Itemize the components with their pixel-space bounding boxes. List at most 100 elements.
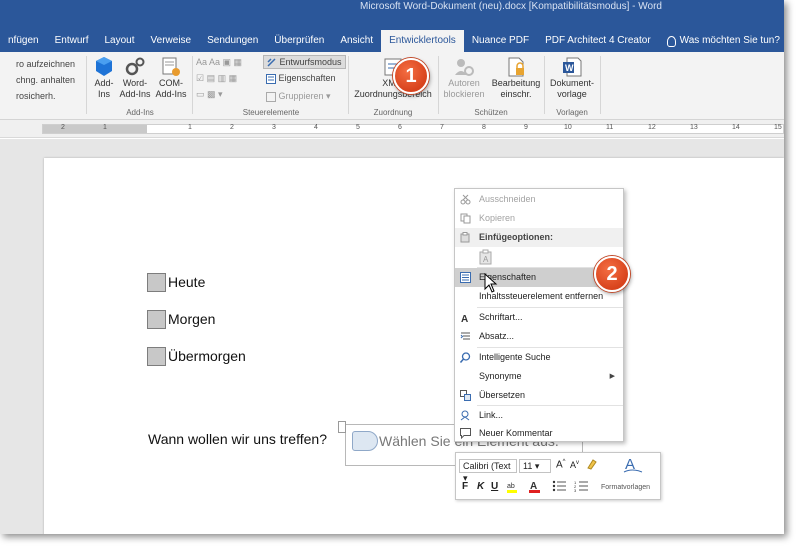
restrict-editing-label: Bearbeitung einschr. — [491, 78, 541, 99]
group-separator — [600, 56, 601, 114]
menu-item-label: Synonyme — [479, 371, 522, 381]
menu-item-remove-content-control[interactable]: Inhaltssteuerelement entfernen — [455, 287, 623, 306]
ruler-label: 11 — [606, 124, 614, 131]
com-addins-button[interactable]: COM- Add-Ins — [154, 56, 188, 100]
properties-ribbon-button[interactable]: Eigenschaften — [266, 72, 336, 84]
record-macro-button[interactable]: ro aufzeichnen — [16, 58, 75, 70]
checkbox-label: Heute — [168, 274, 206, 290]
menu-item-paragraph[interactable]: Absatz... — [455, 327, 623, 346]
text-controls-icons[interactable]: Aa Aa ▣ ▦ — [196, 56, 242, 68]
lock-document-icon — [508, 57, 524, 77]
clear-format-button[interactable] — [586, 458, 597, 473]
horizontal-ruler[interactable]: 2 1 1 2 3 4 5 6 7 8 9 10 11 12 13 14 15 — [0, 120, 784, 138]
ruler-label: 14 — [732, 124, 740, 131]
menu-item-synonyms[interactable]: Synonyme ▶ — [455, 367, 623, 386]
word-window: Microsoft Word-Dokument (neu).docx [Komp… — [0, 0, 784, 534]
checkbox-morgen[interactable] — [147, 309, 166, 329]
ruler-label: 3 — [272, 124, 276, 131]
ruler-label: 9 — [524, 124, 528, 131]
legacy-tools-icons[interactable]: ▭ ▩ ▾ — [196, 88, 223, 100]
styles-icon: A — [623, 456, 643, 473]
menu-item-link[interactable]: Link... — [455, 406, 623, 425]
tell-me-search[interactable]: Was möchten Sie tun? — [659, 30, 784, 52]
addins-icon — [96, 57, 112, 76]
addins-group-label: Add-Ins — [126, 108, 154, 117]
pause-recording-button[interactable]: chng. anhalten — [16, 74, 75, 86]
copy-icon — [460, 213, 471, 224]
styles-button[interactable]: A — [622, 454, 644, 477]
shrink-font-button[interactable]: Av — [570, 460, 579, 470]
tab-layout[interactable]: Layout — [97, 30, 143, 52]
tab-ansicht[interactable]: Ansicht — [332, 30, 381, 52]
ruler-label: 1 — [103, 124, 107, 131]
comment-icon — [460, 428, 471, 439]
protect-group-label: Schützen — [474, 108, 508, 117]
numbering-button[interactable]: 123 — [574, 480, 592, 495]
checkbox-uebermorgen[interactable] — [147, 346, 166, 366]
templates-group-label: Vorlagen — [556, 108, 588, 117]
tab-entwurf[interactable]: Entwurf — [47, 30, 97, 52]
menu-item-copy[interactable]: Kopieren — [455, 209, 623, 228]
bullets-button[interactable] — [552, 480, 570, 495]
checkbox-row-uebermorgen: Übermorgen — [147, 346, 246, 366]
checkbox-row-morgen: Morgen — [147, 309, 215, 329]
addins-label: Add- Ins — [94, 78, 114, 99]
context-menu: Ausschneiden Kopieren Einfügeoptionen: A… — [454, 188, 624, 442]
group-button[interactable]: Gruppieren ▾ — [266, 90, 331, 102]
group-icon — [266, 91, 276, 102]
ruler-label: 5 — [356, 124, 360, 131]
font-size-select[interactable]: 11 ▾ — [519, 459, 551, 473]
menu-item-label: Absatz... — [479, 331, 515, 341]
styles-label: Formatvorlagen — [601, 484, 651, 491]
block-authors-button[interactable]: Autoren blockieren — [440, 56, 488, 100]
com-addins-icon — [162, 57, 180, 76]
menu-item-smart-lookup[interactable]: Intelligente Suche — [455, 348, 623, 367]
design-mode-button[interactable]: Entwurfsmodus — [263, 55, 346, 69]
menu-item-label: Kopieren — [479, 213, 516, 223]
menu-item-font[interactable]: A Schriftart... — [455, 308, 623, 327]
font-color-icon: A — [529, 481, 540, 493]
grow-font-button[interactable]: A^ — [556, 459, 566, 470]
italic-button[interactable]: K — [477, 481, 484, 492]
tab-verweise[interactable]: Verweise — [143, 30, 200, 52]
tab-entwicklertools[interactable]: Entwicklertools — [381, 30, 464, 52]
paragraph-icon — [460, 332, 470, 340]
control-handle[interactable] — [338, 421, 346, 433]
word-document-icon: W — [563, 57, 582, 77]
highlighter-icon: ab — [507, 483, 517, 493]
underline-button[interactable]: U — [491, 481, 498, 492]
checkbox-heute[interactable] — [147, 272, 166, 292]
tell-me-label: Was möchten Sie tun? — [679, 35, 780, 46]
tab-ueberpruefen[interactable]: Überprüfen — [266, 30, 332, 52]
font-color-button[interactable]: A — [528, 479, 542, 496]
tab-nuance-pdf[interactable]: Nuance PDF — [464, 30, 537, 52]
ruler-label: 6 — [398, 124, 402, 131]
menu-item-cut[interactable]: Ausschneiden — [455, 190, 623, 209]
restrict-editing-button[interactable]: Bearbeitung einschr. — [490, 56, 542, 100]
content-control-tag-icon — [352, 431, 378, 451]
checkbox-controls-icons[interactable]: ☑ ▤ ▥ ▦ — [196, 72, 237, 84]
menu-item-label: Link... — [479, 410, 504, 420]
bold-button[interactable]: F — [462, 481, 468, 492]
font-name-select[interactable]: Calibri (Text ▾ — [459, 459, 517, 483]
addins-button[interactable]: Add- Ins — [90, 56, 118, 100]
ruler-label: 12 — [648, 124, 656, 131]
italic-label: K — [477, 481, 485, 492]
tab-einfuegen[interactable]: nfügen — [0, 30, 47, 52]
mini-toolbar: Calibri (Text ▾ 11 ▾ A^ Av F K U ab A 12… — [455, 452, 661, 500]
font-icon: A — [461, 314, 468, 323]
group-separator — [544, 56, 545, 114]
mapping-group-label: Zuordnung — [373, 108, 413, 117]
macro-security-button[interactable]: rosicherh. — [16, 90, 56, 102]
block-authors-label: Autoren blockieren — [443, 78, 485, 99]
tab-sendungen[interactable]: Sendungen — [199, 30, 266, 52]
highlight-button[interactable]: ab — [506, 480, 522, 496]
tab-pdf-architect[interactable]: PDF Architect 4 Creator — [537, 30, 659, 52]
menu-item-new-comment[interactable]: Neuer Kommentar — [455, 424, 623, 443]
document-template-button[interactable]: W Dokument- vorlage — [546, 56, 598, 100]
menu-item-label: Neuer Kommentar — [479, 428, 553, 438]
menu-item-label: Intelligente Suche — [479, 352, 551, 362]
ruler-label: 2 — [61, 124, 65, 131]
word-addins-button[interactable]: Word- Add-Ins — [118, 56, 152, 100]
menu-item-translate[interactable]: Übersetzen — [455, 386, 623, 405]
